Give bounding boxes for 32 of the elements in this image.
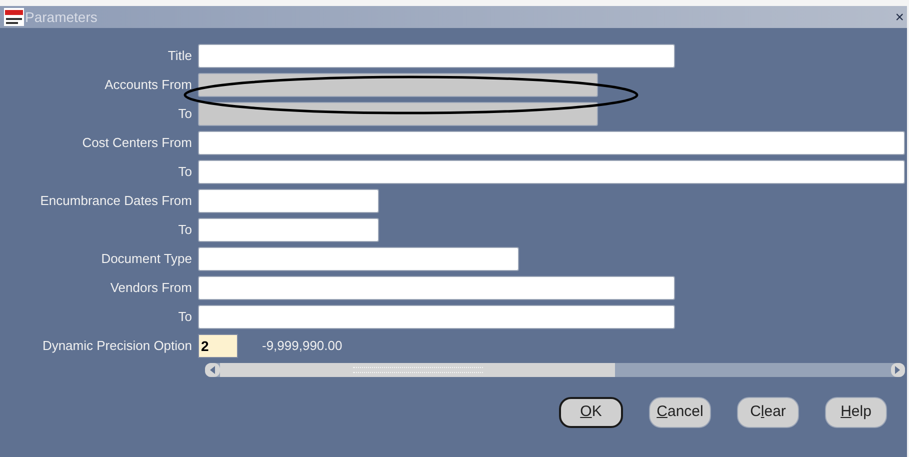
- scroll-thumb[interactable]: [220, 363, 615, 377]
- text-field[interactable]: [198, 305, 675, 329]
- dialog-button[interactable]: Help: [825, 397, 887, 428]
- window-title: Parameters: [25, 8, 98, 26]
- text-field[interactable]: [198, 44, 675, 68]
- field-label: To: [177, 221, 193, 240]
- scroll-left-icon[interactable]: [205, 363, 220, 377]
- field-label: Title: [166, 47, 193, 66]
- field-label: To: [177, 308, 193, 326]
- horizontal-scrollbar[interactable]: [205, 363, 905, 377]
- app-logo-icon: [4, 8, 24, 26]
- dialog-button[interactable]: Cancel: [649, 397, 711, 428]
- field-label: To: [177, 163, 193, 182]
- text-field[interactable]: [198, 160, 905, 184]
- field-label: Document Type: [100, 250, 193, 268]
- field-label: Cost Centers From: [81, 134, 193, 152]
- dialog-button[interactable]: Clear: [737, 397, 799, 428]
- scroll-right-icon[interactable]: [891, 363, 905, 377]
- dialog-button[interactable]: OK: [559, 397, 623, 428]
- text-field[interactable]: [198, 218, 379, 242]
- precision-field[interactable]: 2: [198, 334, 238, 358]
- field-label: Encumbrance Dates From: [39, 192, 193, 210]
- text-field[interactable]: [198, 247, 519, 271]
- text-field[interactable]: [198, 131, 905, 155]
- field-label: Dynamic Precision Option: [41, 337, 193, 356]
- field-label: To: [177, 105, 193, 124]
- text-field[interactable]: [198, 276, 675, 300]
- field-label: Vendors From: [109, 279, 193, 298]
- text-field[interactable]: [198, 189, 379, 213]
- sample-number: -9,999,990.00: [262, 337, 342, 356]
- field-label: Accounts From: [104, 76, 193, 94]
- close-button[interactable]: ×: [895, 10, 904, 24]
